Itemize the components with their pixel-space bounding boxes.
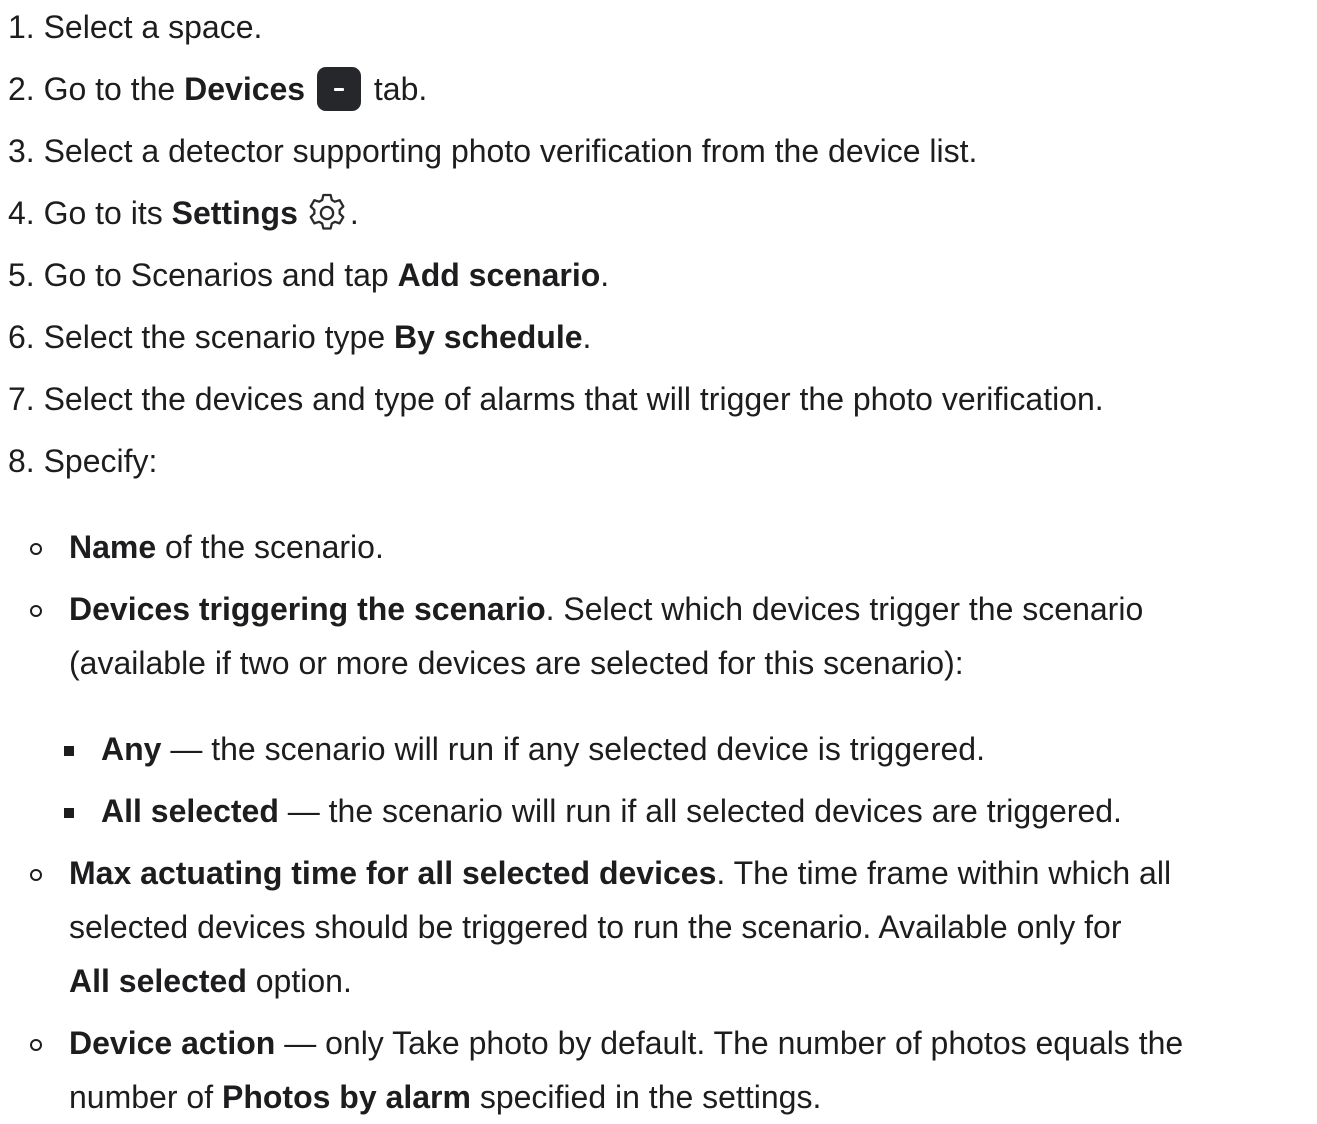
by-schedule-label: By schedule	[394, 319, 583, 355]
bullet-title: Devices triggering the scenario	[69, 591, 546, 627]
step-text: Go to its	[43, 195, 172, 231]
option-text: — the scenario will run if any selected …	[161, 731, 985, 767]
gear-icon	[309, 193, 345, 230]
bullet-text: option.	[246, 963, 352, 999]
step-number: 1.	[8, 9, 35, 45]
step-number: 6.	[8, 319, 35, 355]
settings-label: Settings	[171, 195, 298, 231]
step-text: Select the devices and type of alarms th…	[43, 381, 1104, 417]
step-text: .	[582, 319, 592, 355]
option-text: — the scenario will run if all selected …	[278, 793, 1122, 829]
bullet-emphasis: All selected	[69, 963, 247, 999]
step-5: 5. Go to Scenarios and tap Add scenario.	[8, 248, 1313, 310]
bullet-title: Device action	[69, 1025, 276, 1061]
step-8: 8. Specify:	[8, 434, 1313, 496]
step-number: 8.	[8, 443, 35, 479]
list-item-option-all-selected: All selected — the scenario will run if …	[64, 784, 1301, 838]
bullet-emphasis: Photos by alarm	[221, 1079, 471, 1115]
step-text: Select a detector supporting photo verif…	[43, 133, 978, 169]
steps-list: 1. Select a space. 2. Go to the Devices …	[8, 0, 1313, 496]
step-text: Specify:	[43, 443, 158, 479]
step-6: 6. Select the scenario type By schedule.	[8, 310, 1313, 372]
devices-tab-label: Devices	[184, 71, 306, 107]
step-2: 2. Go to the Devices tab.	[8, 62, 1313, 124]
list-item-name: Name of the scenario.	[30, 520, 1305, 574]
step-text: Select the scenario type	[43, 319, 394, 355]
option-title: Any	[101, 731, 162, 767]
bullet-text: number of	[69, 1079, 222, 1115]
instructions-document: 1. Select a space. 2. Go to the Devices …	[8, 0, 1313, 496]
step-3: 3. Select a detector supporting photo ve…	[8, 124, 1313, 186]
step-4: 4. Go to its Settings.	[8, 186, 1313, 248]
bullet-text: — only Take photo by default. The number…	[275, 1025, 1184, 1061]
bullet-text: of the scenario.	[156, 529, 384, 565]
step-7: 7. Select the devices and type of alarms…	[8, 372, 1313, 434]
bullet-text: selected devices should be triggered to …	[69, 909, 1122, 945]
list-item-devices-triggering: Devices triggering the scenario. Select …	[30, 582, 1305, 690]
step-text: Go to Scenarios and tap	[43, 257, 398, 293]
bullet-title: Name	[69, 529, 157, 565]
bullet-title: Max actuating time for all selected devi…	[69, 855, 717, 891]
add-scenario-label: Add scenario	[397, 257, 601, 293]
step-number: 4.	[8, 195, 35, 231]
step-number: 2.	[8, 71, 35, 107]
step-text: Select a space.	[43, 9, 263, 45]
list-item-device-action: Device action — only Take photo by defau…	[30, 1016, 1305, 1124]
step-number: 7.	[8, 381, 35, 417]
bullet-text: (available if two or more devices are se…	[69, 645, 964, 681]
step-text: .	[349, 195, 359, 231]
step-text: .	[600, 257, 610, 293]
list-item-option-any: Any — the scenario will run if any selec…	[64, 722, 1301, 776]
step-number: 3.	[8, 133, 35, 169]
step-number: 5.	[8, 257, 35, 293]
devices-tab-icon	[316, 67, 361, 111]
step-1: 1. Select a space.	[8, 0, 1313, 62]
option-title: All selected	[101, 793, 279, 829]
step-text: tab.	[364, 71, 428, 107]
list-item-max-actuating-time: Max actuating time for all selected devi…	[30, 846, 1305, 1008]
bullet-text: . Select which devices trigger the scena…	[545, 591, 1144, 627]
step-text: Go to the	[43, 71, 185, 107]
bullet-text: . The time frame within which all	[716, 855, 1172, 891]
bullet-text: specified in the settings.	[470, 1079, 822, 1115]
